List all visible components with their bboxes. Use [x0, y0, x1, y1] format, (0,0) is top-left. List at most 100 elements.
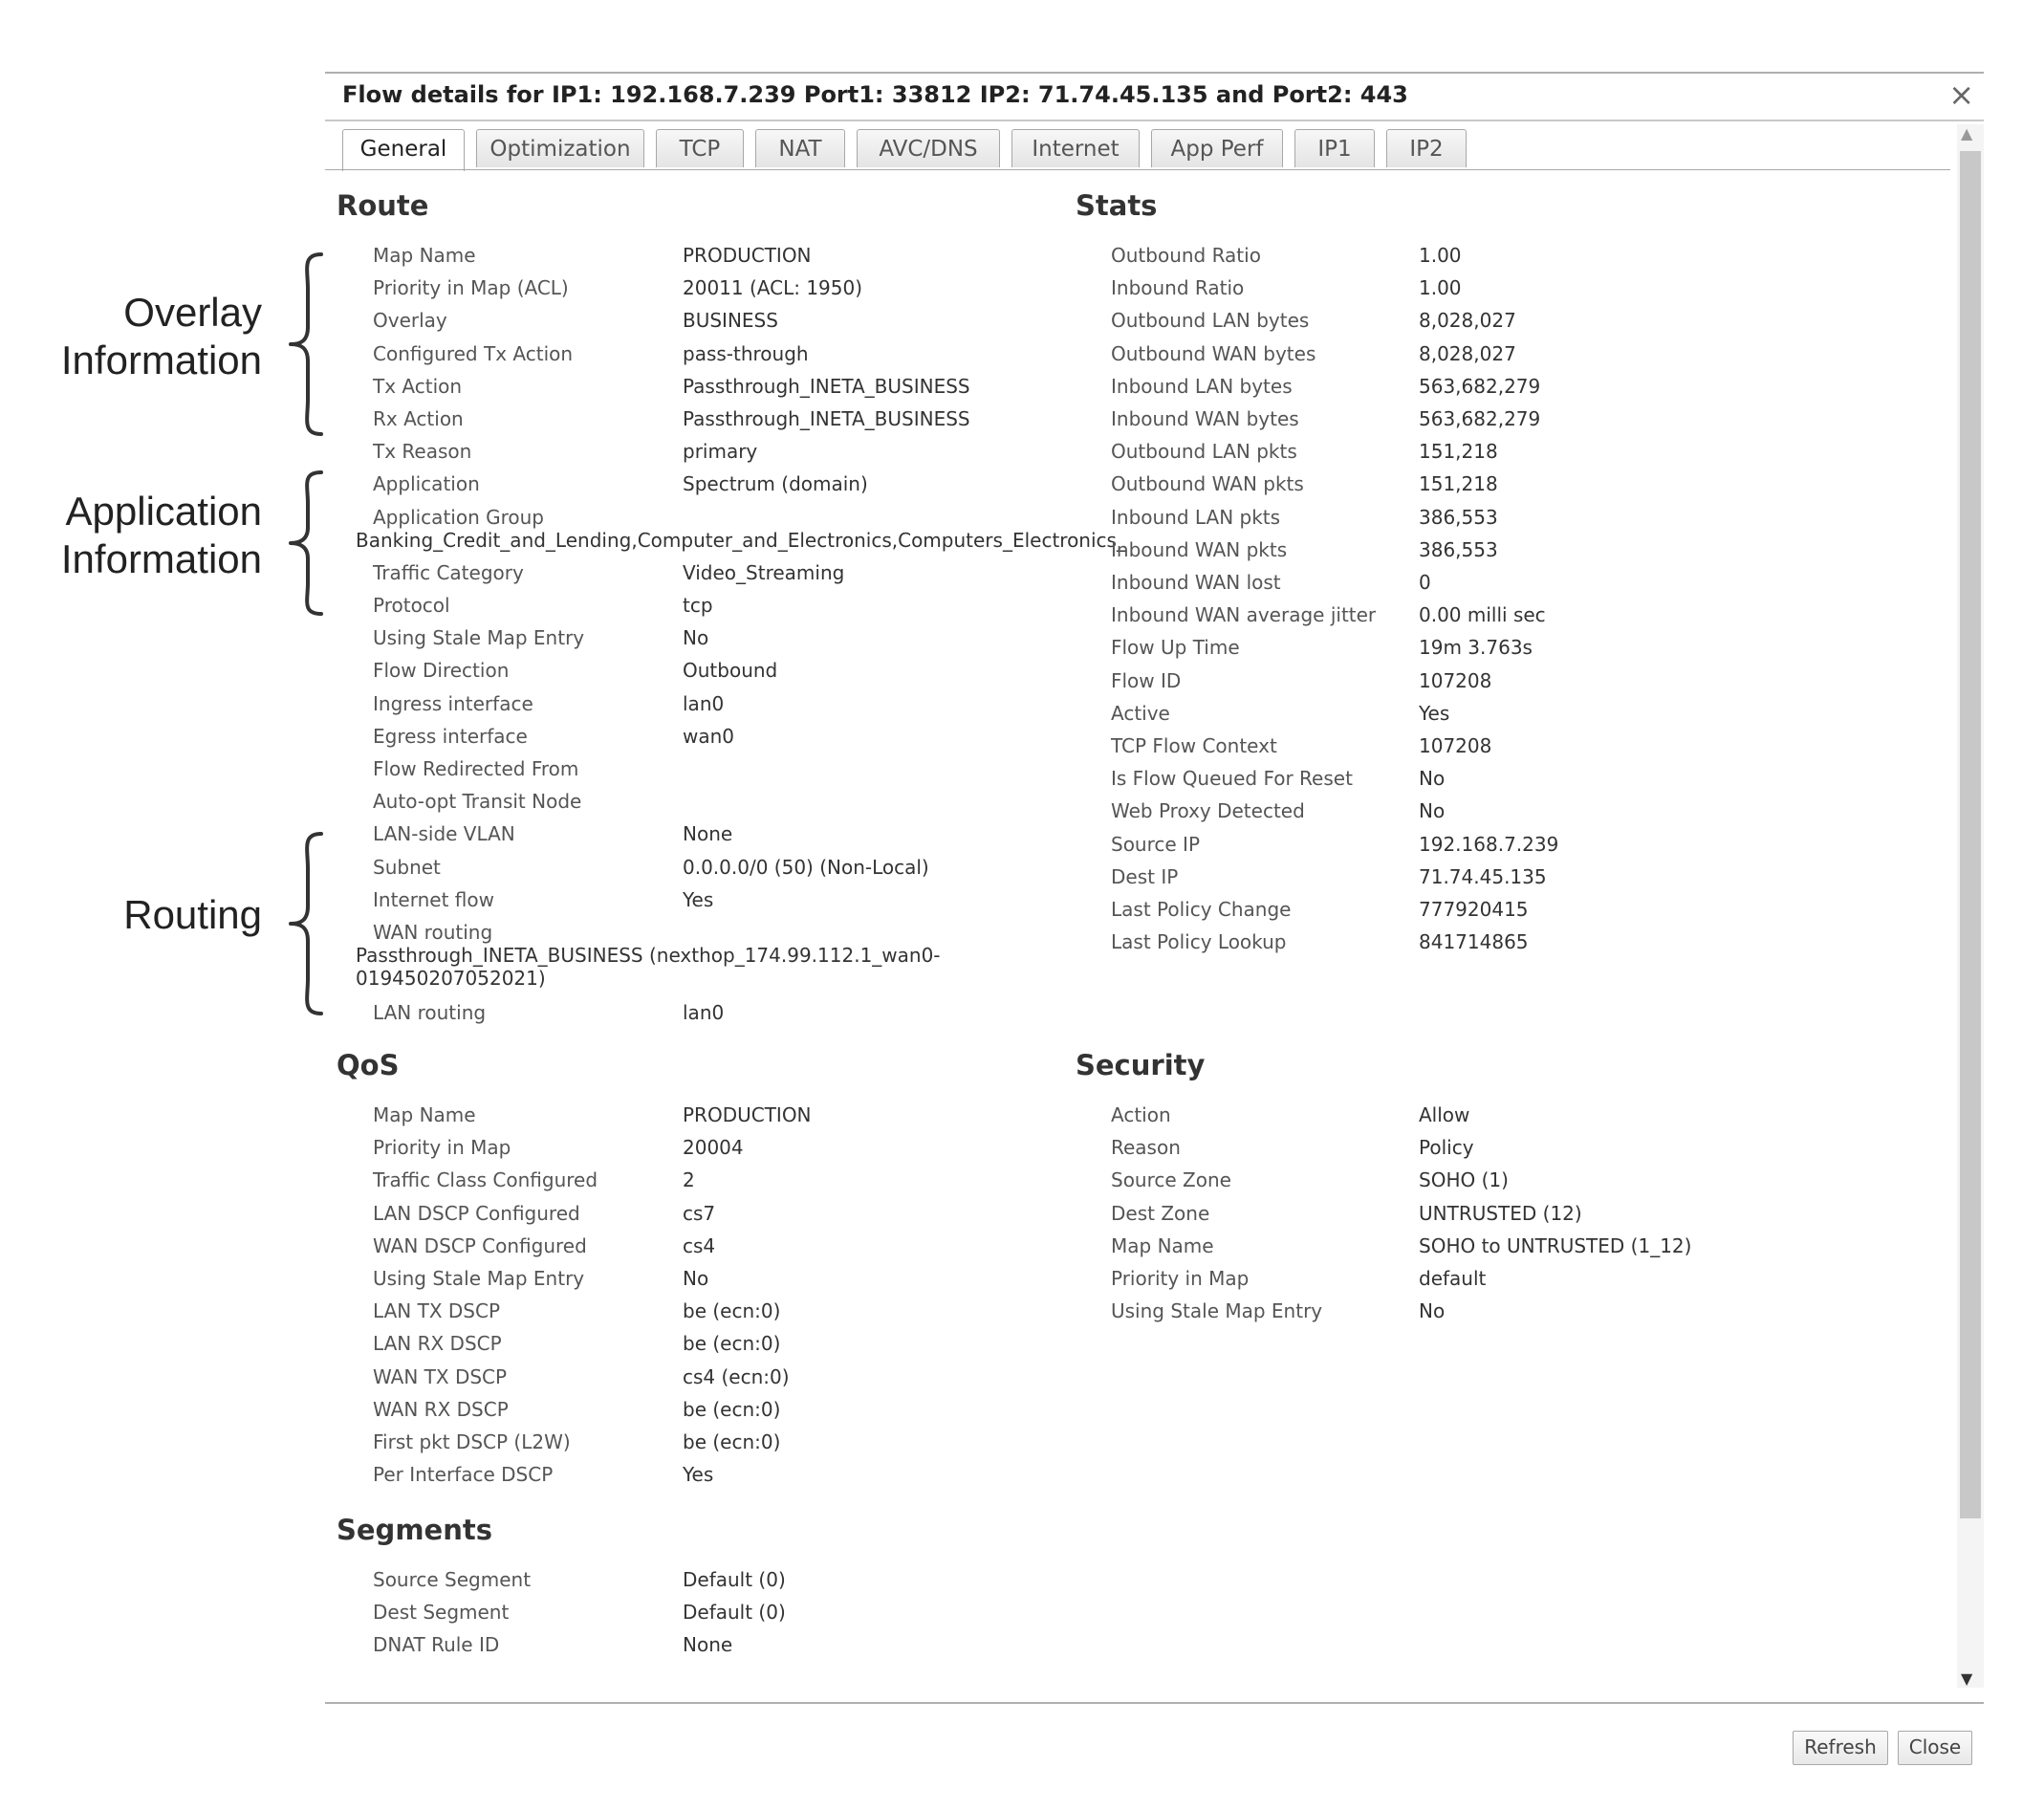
row-value: Default (0)	[683, 1601, 786, 1625]
row-label: Tx Reason	[373, 440, 472, 464]
row-label: Rx Action	[373, 407, 464, 430]
row-label: NATed Source IP	[373, 1667, 526, 1669]
row-value: be (ecn:0)	[683, 1332, 781, 1356]
row-label: Priority in Map	[373, 1136, 511, 1160]
row-value: 107208	[1419, 734, 1492, 757]
row-label: Traffic Class Configured	[373, 1168, 598, 1192]
tabs-divider	[325, 169, 1950, 170]
row-value: Policy	[1419, 1136, 1474, 1160]
tab-app-perf[interactable]: App Perf	[1151, 129, 1283, 167]
row-label: Action	[1111, 1103, 1171, 1126]
scroll-up-icon[interactable]: ▲	[1961, 124, 1972, 142]
row-value: UNTRUSTED (12)	[1419, 1201, 1582, 1225]
close-icon[interactable]: ×	[1948, 79, 1974, 110]
row-value: pass-through	[683, 341, 809, 365]
row-label: Is Flow Queued For Reset	[1111, 767, 1353, 791]
tab-avc-dns[interactable]: AVC/DNS	[857, 129, 1000, 167]
row-label: Outbound WAN pkts	[1111, 472, 1304, 496]
row-label: Source IP	[1111, 832, 1201, 856]
row-label: Subnet	[373, 855, 441, 879]
row-label: LAN DSCP Configured	[373, 1201, 580, 1225]
row-label: Tx Action	[373, 374, 463, 398]
row-value: 151,218	[1419, 472, 1498, 496]
row-value: Yes	[1419, 701, 1450, 725]
row-value: Default (0)	[683, 1568, 786, 1591]
row-value: Banking_Credit_and_Lending,Computer_and_…	[356, 528, 1126, 552]
close-button[interactable]: Close	[1898, 1731, 1972, 1765]
dialog-top-border	[325, 72, 1984, 74]
row-label: Inbound LAN pkts	[1111, 505, 1281, 529]
row-value: No	[683, 1267, 709, 1290]
row-label: Last Policy Change	[1111, 898, 1292, 921]
tab-internet[interactable]: Internet	[1011, 129, 1140, 167]
application-brace-icon	[289, 470, 323, 616]
title-divider	[325, 120, 1984, 121]
row-label: Map Name	[373, 1103, 476, 1126]
row-label: Dest Segment	[373, 1601, 510, 1625]
footer-divider	[325, 1702, 1984, 1704]
row-label: LAN-side VLAN	[373, 822, 515, 846]
row-value: 563,682,279	[1419, 374, 1541, 398]
row-value: 1.00	[1419, 244, 1462, 267]
row-value: 151,218	[1419, 440, 1498, 464]
row-value: default	[1419, 1267, 1487, 1290]
tab-tcp[interactable]: TCP	[656, 129, 744, 167]
row-label: Using Stale Map Entry	[1111, 1299, 1323, 1323]
scroll-down-icon[interactable]: ▼	[1961, 1669, 1972, 1688]
security-section-title: Security	[1076, 1049, 1206, 1081]
row-value: Passthrough_INETA_BUSINESS	[683, 374, 970, 398]
row-label: Inbound WAN average jitter	[1111, 603, 1377, 627]
tab-nat[interactable]: NAT	[755, 129, 845, 167]
row-value: PRODUCTION	[683, 1103, 812, 1126]
row-label: Ingress interface	[373, 691, 533, 715]
annotation-line: Overlay	[123, 290, 262, 335]
row-label: Last Policy Lookup	[1111, 930, 1287, 954]
row-value: 174.99.124.124	[683, 1667, 835, 1669]
row-value: SOHO to UNTRUSTED (1_12)	[1419, 1233, 1692, 1257]
tab-ip2[interactable]: IP2	[1386, 129, 1467, 167]
row-label: Egress interface	[373, 724, 528, 748]
row-value: 1.00	[1419, 276, 1462, 300]
row-label: Map Name	[373, 244, 476, 267]
row-label: Protocol	[373, 593, 450, 617]
tab-general[interactable]: General	[342, 129, 465, 171]
row-value: 386,553	[1419, 537, 1498, 561]
row-label: Outbound LAN pkts	[1111, 440, 1297, 464]
vertical-scrollbar[interactable]: ▲ ▼	[1957, 124, 1984, 1688]
refresh-button[interactable]: Refresh	[1793, 1731, 1888, 1765]
row-value: cs4 (ecn:0)	[683, 1364, 790, 1388]
row-value: None	[683, 1633, 733, 1657]
row-label: Internet flow	[373, 887, 494, 911]
row-value: 19m 3.763s	[1419, 636, 1533, 660]
row-label: Overlay	[373, 309, 447, 333]
row-label: Source Zone	[1111, 1168, 1231, 1192]
row-value: 8,028,027	[1419, 341, 1516, 365]
scroll-thumb[interactable]	[1960, 151, 1981, 1518]
row-value: be (ecn:0)	[683, 1397, 781, 1421]
row-label: Outbound WAN bytes	[1111, 341, 1316, 365]
row-label: Dest IP	[1111, 864, 1179, 888]
row-label: WAN routing	[373, 920, 493, 944]
row-label: Configured Tx Action	[373, 341, 574, 365]
annotation-routing: Routing	[123, 891, 262, 939]
row-value: 841714865	[1419, 930, 1529, 954]
row-value: No	[683, 626, 709, 650]
row-label: TCP Flow Context	[1111, 734, 1277, 757]
row-value: 0.00 milli sec	[1419, 603, 1546, 627]
row-label: Traffic Category	[373, 560, 524, 584]
tab-optimization[interactable]: Optimization	[476, 129, 644, 167]
row-label: Application Group	[373, 505, 544, 529]
row-value: No	[1419, 767, 1446, 791]
row-value: None	[683, 822, 733, 846]
row-value: Passthrough_INETA_BUSINESS (nexthop_174.…	[356, 943, 941, 967]
row-label: Priority in Map (ACL)	[373, 276, 569, 300]
row-value: Spectrum (domain)	[683, 472, 868, 496]
row-label: WAN RX DSCP	[373, 1397, 509, 1421]
row-value: 192.168.7.239	[1419, 832, 1559, 856]
row-value: PRODUCTION	[683, 244, 812, 267]
row-label: Source Segment	[373, 1568, 532, 1591]
tab-ip1[interactable]: IP1	[1294, 129, 1375, 167]
row-value: Yes	[683, 887, 714, 911]
overlay-brace-icon	[289, 252, 323, 436]
row-label: Dest Zone	[1111, 1201, 1210, 1225]
